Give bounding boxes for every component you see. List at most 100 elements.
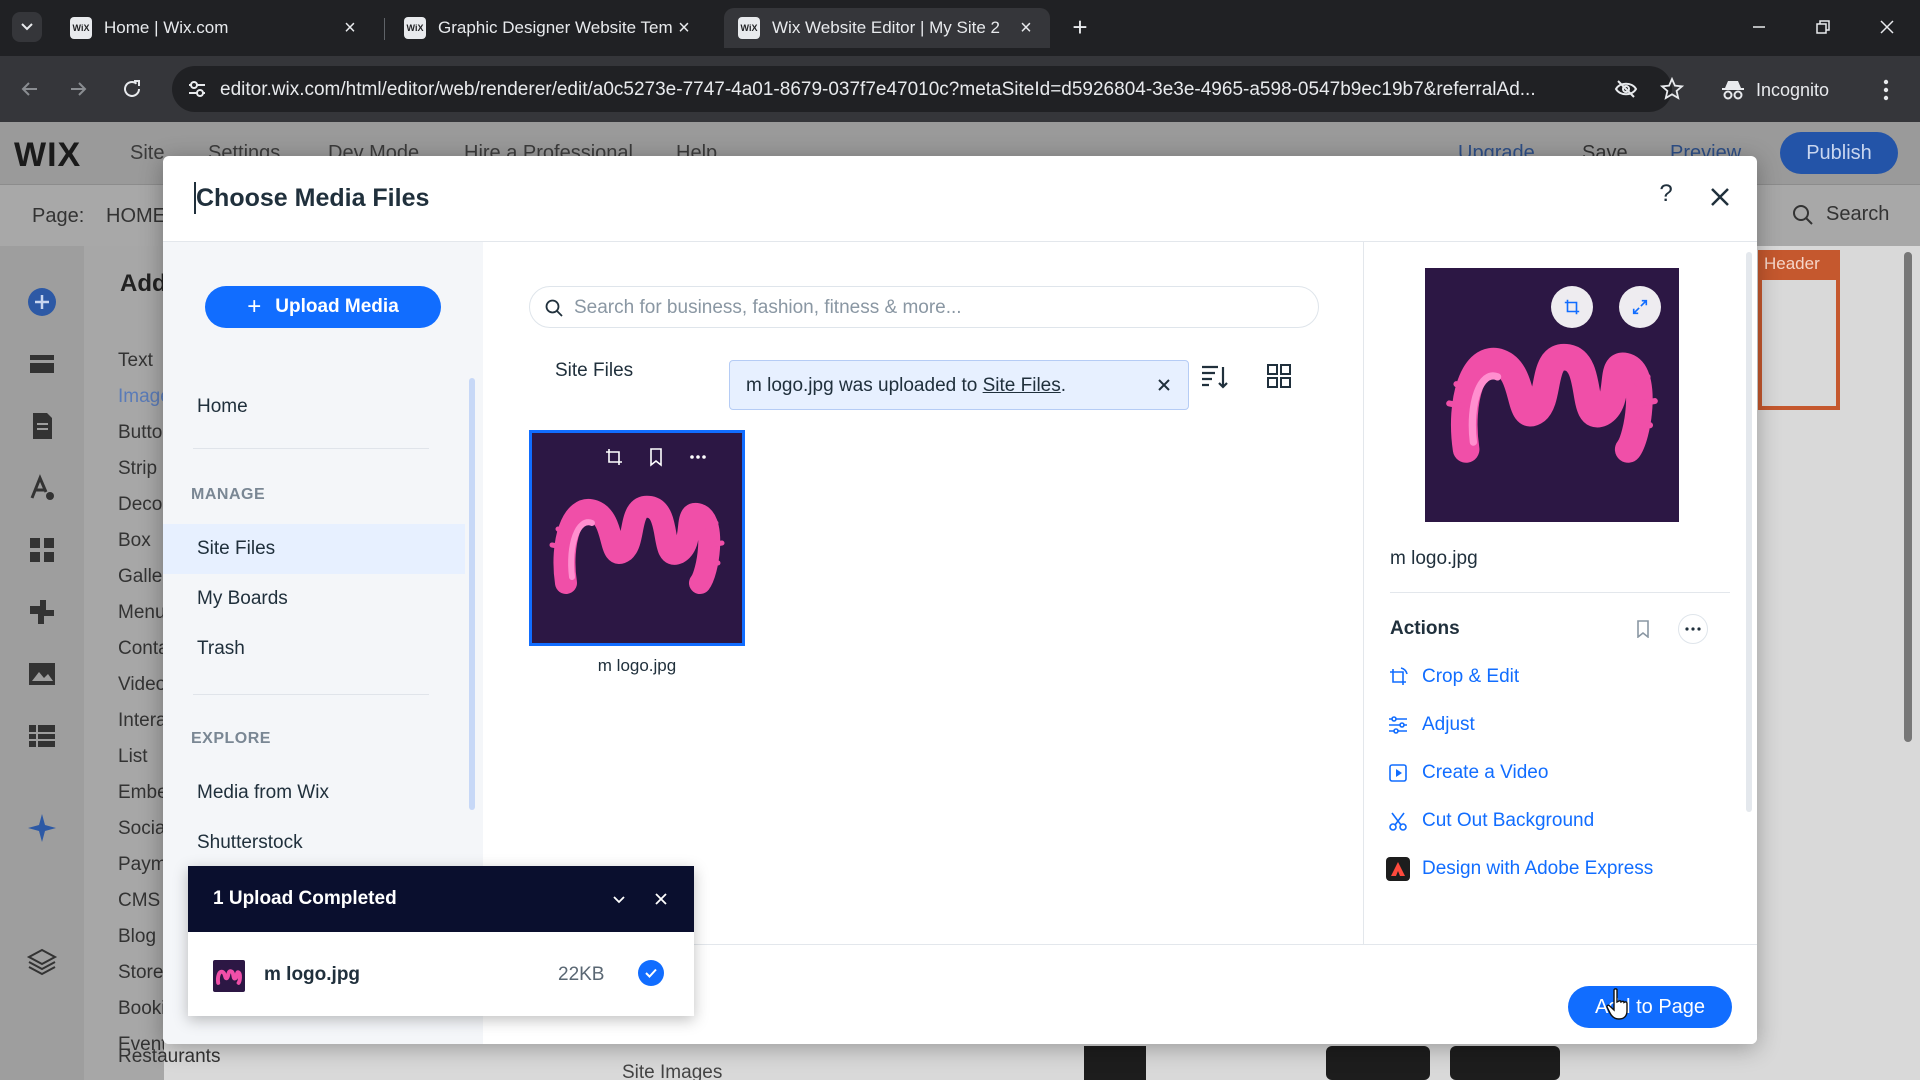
nav-site-files[interactable]: Site Files [163,524,465,574]
apps-icon[interactable] [26,534,58,566]
browser-tab-editor[interactable]: WiX Wix Website Editor | My Site 2 × [724,8,1050,48]
url-text[interactable]: editor.wix.com/html/editor/web/renderer/… [220,79,1580,101]
more-vertical-icon[interactable] [1876,78,1896,102]
add-item-text[interactable]: Text [118,350,153,372]
reload-icon [124,80,140,97]
page-selector[interactable]: HOME [106,205,166,228]
tab-search-button[interactable] [12,12,42,42]
add-item-box[interactable]: Box [118,530,151,552]
forward-button[interactable] [62,73,94,105]
crop-icon[interactable] [604,447,624,467]
add-item-button[interactable]: Button [118,422,164,444]
add-item-cms[interactable]: CMS [118,890,160,912]
nav-home[interactable]: Home [163,382,465,432]
sidebar-scrollbar[interactable] [469,378,475,810]
action-adjust[interactable]: Adjust [1386,710,1475,740]
back-button[interactable] [14,73,46,105]
action-design-adobe-express[interactable]: Design with Adobe Express [1386,854,1653,884]
tab-title: Wix Website Editor | My Site 2 [772,18,1000,37]
add-elements-icon[interactable] [26,286,58,318]
menu-site[interactable]: Site [130,142,164,165]
restore-button[interactable] [1808,12,1838,42]
add-item-decorative[interactable]: Decorative [118,494,164,516]
close-icon[interactable] [650,888,672,910]
grid-view-icon[interactable] [1265,362,1293,390]
pages-icon[interactable] [26,410,58,442]
add-item-gallery[interactable]: Gallery [118,566,164,588]
action-label: Design with Adobe Express [1422,858,1654,879]
divider [193,694,429,695]
folder-title: Site Files [555,360,634,381]
action-create-video[interactable]: Create a Video [1386,758,1548,788]
nav-trash[interactable]: Trash [163,624,465,674]
action-crop-edit[interactable]: Crop & Edit [1386,662,1519,692]
address-bar[interactable]: editor.wix.com/html/editor/web/renderer/… [172,66,1684,112]
add-item-interactive[interactable]: Interactive [118,710,164,732]
chevron-down-icon [21,23,33,31]
bookmark-icon[interactable] [646,447,666,467]
close-icon[interactable] [1703,180,1737,214]
reload-button[interactable] [116,73,148,105]
eye-off-icon[interactable] [1614,77,1638,101]
add-item-strip[interactable]: Strip [118,458,157,480]
nav-media-from-wix[interactable]: Media from Wix [163,768,465,818]
wix-logo[interactable]: WIX [14,136,81,175]
help-button[interactable]: ? [1652,180,1680,216]
preview-expand-button[interactable] [1619,286,1661,328]
canvas-header-tag[interactable]: Header [1758,250,1840,280]
add-item-menu[interactable]: Menu [118,602,164,624]
editor-scrollbar[interactable] [1904,252,1912,742]
more-actions-button[interactable] [1678,614,1708,644]
action-label: Crop & Edit [1422,666,1520,687]
add-item-payments[interactable]: Payments [118,854,164,876]
more-horizontal-icon[interactable] [688,447,708,467]
publish-button[interactable]: Publish [1780,132,1898,174]
arrow-right-icon [71,82,87,96]
star-icon[interactable] [1660,77,1684,101]
upload-media-button[interactable]: + Upload Media [205,286,441,328]
editor-search[interactable]: Search [1792,203,1889,226]
action-cut-out-background[interactable]: Cut Out Background [1386,806,1594,836]
sort-icon[interactable] [1199,362,1229,392]
add-item-store[interactable]: Store [118,962,163,984]
design-icon[interactable] [26,472,58,504]
new-tab-button[interactable]: + [1066,14,1094,42]
add-item-blog[interactable]: Blog [118,926,156,948]
site-settings-icon[interactable] [186,78,208,100]
preview-crop-button[interactable] [1551,286,1593,328]
nav-my-boards[interactable]: My Boards [163,574,465,624]
bookmark-button[interactable] [1628,614,1658,644]
business-tools-icon[interactable] [26,596,58,628]
layers-icon[interactable] [26,946,58,978]
ai-sparkle-icon[interactable] [26,812,58,844]
add-item-embed[interactable]: Embed [118,782,164,804]
add-item-contact[interactable]: Contact [118,638,164,660]
add-item-bookings[interactable]: Bookings [118,998,164,1020]
browser-tab-template[interactable]: WiX Graphic Designer Website Tem × [390,8,708,48]
cms-icon[interactable] [26,720,58,752]
media-search-input[interactable]: Search for business, fashion, fitness & … [529,286,1319,328]
chevron-down-icon[interactable] [608,888,630,910]
add-item-social[interactable]: Social [118,818,164,840]
upload-status-popup: 1 Upload Completed m logo.jpg 22KB [188,866,694,1016]
add-item-list[interactable]: List [118,746,148,768]
add-item-video[interactable]: Video [118,674,164,696]
toast-site-files-link[interactable]: Site Files [983,375,1061,396]
minimize-button[interactable] [1744,12,1774,42]
media-thumbnail[interactable] [529,430,745,646]
close-window-button[interactable] [1872,12,1902,42]
m-logo-image [215,969,242,985]
sections-icon[interactable] [26,348,58,380]
close-icon[interactable] [1154,375,1174,395]
close-tab-icon[interactable]: × [340,17,360,39]
add-item-restaurants[interactable]: Restaurants [118,1046,220,1068]
close-tab-icon[interactable]: × [1016,17,1036,39]
add-to-page-button[interactable]: Add to Page [1568,986,1732,1028]
close-tab-icon[interactable]: × [674,17,694,39]
details-scrollbar[interactable] [1746,252,1752,812]
nav-shutterstock[interactable]: Shutterstock [163,818,465,868]
incognito-badge[interactable]: Incognito [1720,70,1829,110]
browser-tab-home[interactable]: WiX Home | Wix.com × [56,8,374,48]
add-item-image[interactable]: Image [118,386,164,408]
media-icon[interactable] [26,658,58,690]
